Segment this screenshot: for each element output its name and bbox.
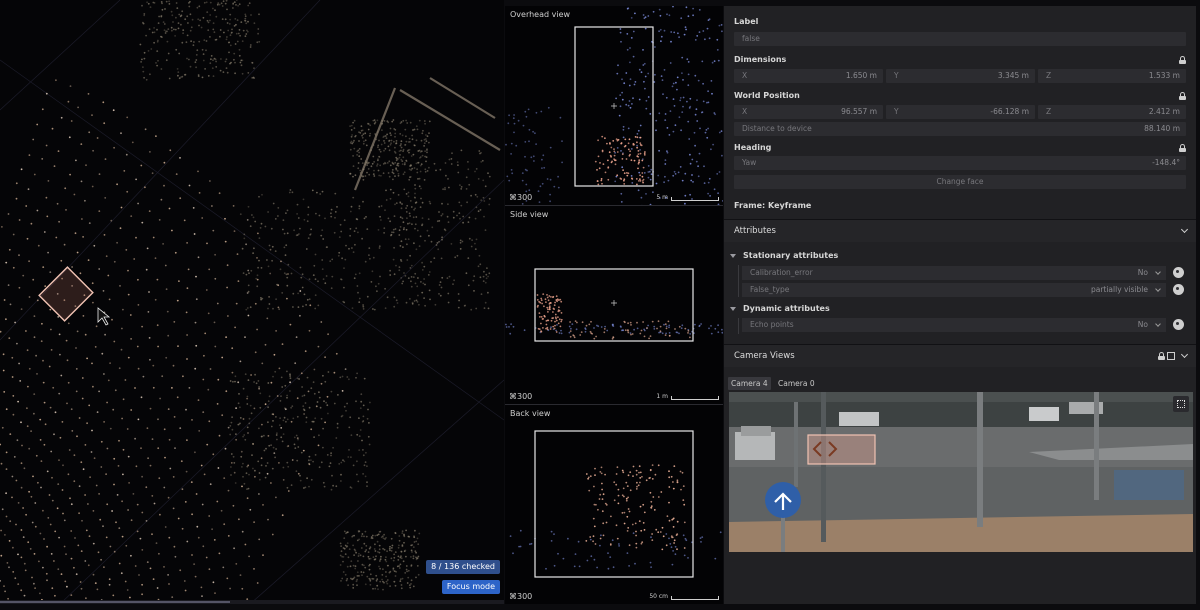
back-view-title: Back view [510, 409, 551, 418]
label-field[interactable]: false [734, 32, 1186, 46]
projection-views: Overhead view ⌘300 5 m Side view ⌘300 1 … [505, 6, 723, 604]
dynamic-attributes-heading[interactable]: Dynamic attributes [743, 304, 830, 313]
overhead-scale-bar: 5 m [656, 194, 719, 201]
heading-heading: Heading [734, 143, 772, 152]
overhead-view-canvas [505, 6, 723, 205]
back-zoom-label: ⌘300 [509, 592, 533, 601]
back-view[interactable]: Back view ⌘300 50 cm [505, 405, 723, 604]
chevron-down-icon[interactable] [1180, 225, 1189, 234]
back-view-canvas [509, 430, 722, 578]
properties-panel: Label false Dimensions X 1.650 m Y 3.345 m… [724, 6, 1196, 604]
side-scale-bar: 1 m [656, 393, 719, 400]
label-heading: Label [734, 17, 759, 26]
world-position-lock-icon[interactable] [1179, 92, 1186, 100]
change-face-button[interactable]: Change face [734, 175, 1186, 189]
chevron-down-icon[interactable] [1180, 350, 1189, 359]
lock-icon[interactable] [1158, 352, 1165, 360]
open-external-icon[interactable] [1167, 352, 1175, 360]
camera-image[interactable] [729, 392, 1193, 552]
dropdown-chevron-icon[interactable] [1155, 269, 1161, 275]
point-cloud-3d [0, 0, 504, 604]
yaw-field[interactable]: Yaw -148.4° [734, 156, 1186, 170]
timeline-scrollbar[interactable] [0, 600, 504, 604]
checked-progress-badge: 8 / 136 checked [426, 560, 500, 574]
camera-bbox[interactable] [807, 434, 876, 465]
camera-scene [729, 392, 1193, 552]
selected-box-3d[interactable] [38, 266, 94, 322]
overhead-view-title: Overhead view [510, 10, 571, 19]
tab-camera-0[interactable]: Camera 0 [775, 377, 818, 390]
side-view[interactable]: Side view ⌘300 1 m [505, 206, 723, 405]
palette-icon[interactable] [1173, 284, 1184, 295]
camera-views-header[interactable]: Camera Views [724, 345, 1196, 367]
world-position-heading: World Position [734, 91, 800, 100]
mouse-cursor-icon [97, 307, 111, 326]
side-view-title: Side view [510, 210, 549, 219]
frame-type-label: Frame: Keyframe [734, 201, 812, 210]
position-z-field[interactable]: Z 2.412 m [1038, 105, 1186, 119]
dropdown-chevron-icon[interactable] [1155, 321, 1161, 327]
position-x-field[interactable]: X 96.557 m [734, 105, 883, 119]
back-scale-bar: 50 cm [649, 593, 719, 600]
overhead-zoom-label: ⌘300 [509, 193, 533, 202]
tab-camera-4[interactable]: Camera 4 [728, 377, 771, 390]
side-view-canvas [505, 268, 723, 342]
side-zoom-label: ⌘300 [509, 392, 533, 401]
camera-expand-icon[interactable] [1173, 396, 1189, 412]
attribute-row-calibration-error[interactable]: Calibration_error No [742, 266, 1166, 280]
dimension-x-field[interactable]: X 1.650 m [734, 69, 883, 83]
dropdown-chevron-icon[interactable] [1155, 286, 1161, 292]
timeline-scroll-thumb[interactable] [0, 601, 230, 603]
overhead-view[interactable]: Overhead view ⌘300 5 m [505, 6, 723, 206]
collapse-triangle-icon[interactable] [730, 307, 736, 311]
focus-mode-button[interactable]: Focus mode [441, 580, 500, 594]
tree-line [738, 265, 739, 297]
attribute-row-false-type[interactable]: False_type partially visible [742, 283, 1166, 297]
lidar-3d-viewport[interactable]: 8 / 136 checked Focus mode [0, 0, 504, 604]
back-bbox[interactable] [534, 430, 694, 578]
dimensions-heading: Dimensions [734, 55, 787, 64]
attribute-row-echo-points[interactable]: Echo points No [742, 318, 1166, 332]
attributes-header[interactable]: Attributes [724, 220, 1196, 242]
stationary-attributes-heading[interactable]: Stationary attributes [743, 251, 838, 260]
dimension-y-field[interactable]: Y 3.345 m [886, 69, 1035, 83]
poles [353, 77, 501, 191]
position-y-field[interactable]: Y -66.128 m [886, 105, 1035, 119]
palette-icon[interactable] [1173, 319, 1184, 330]
heading-lock-icon[interactable] [1179, 144, 1186, 152]
distance-to-device-field: Distance to device 88.140 m [734, 122, 1186, 136]
collapse-triangle-icon[interactable] [730, 254, 736, 258]
palette-icon[interactable] [1173, 267, 1184, 278]
tree-line [738, 318, 739, 334]
dimensions-lock-icon[interactable] [1179, 56, 1186, 64]
dimension-z-field[interactable]: Z 1.533 m [1038, 69, 1186, 83]
